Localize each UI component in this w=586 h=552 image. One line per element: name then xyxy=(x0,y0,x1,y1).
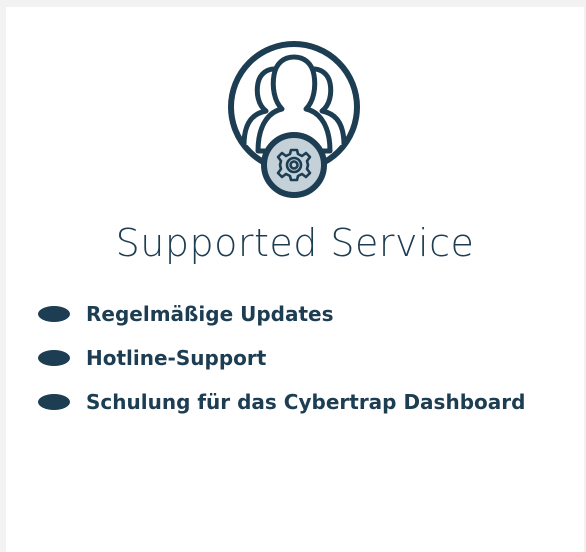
bullet-icon xyxy=(38,306,70,322)
list-item: Hotline-Support xyxy=(38,336,525,380)
bullet-icon xyxy=(38,350,70,366)
list-item: Regelmäßige Updates xyxy=(38,292,525,336)
list-item: Schulung für das Cybertrap Dashboard xyxy=(38,380,525,424)
card-title: Supported Service xyxy=(115,221,475,265)
bullet-icon xyxy=(38,394,70,410)
feature-list: Regelmäßige Updates Hotline-Support Schu… xyxy=(38,292,525,424)
service-card: Supported Service Regelmäßige Updates Ho… xyxy=(6,7,584,552)
list-item-label: Regelmäßige Updates xyxy=(86,302,334,326)
users-gear-icon xyxy=(214,27,374,207)
list-item-label: Schulung für das Cybertrap Dashboard xyxy=(86,390,526,414)
list-item-label: Hotline-Support xyxy=(86,346,267,370)
